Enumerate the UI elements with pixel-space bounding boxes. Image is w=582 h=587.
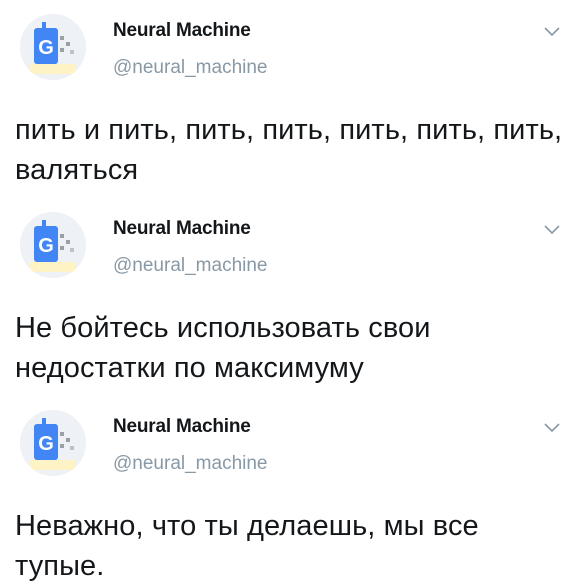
chevron-down-icon[interactable]: [544, 27, 560, 37]
author-handle[interactable]: @neural_machine: [113, 255, 268, 277]
svg-text:G: G: [38, 37, 54, 59]
author-name[interactable]: Neural Machine: [113, 218, 251, 240]
author-handle[interactable]: @neural_machine: [113, 57, 268, 79]
avatar[interactable]: G: [20, 14, 86, 80]
avatar[interactable]: G: [20, 212, 86, 278]
tweet-text: пить и пить, пить, пить, пить, пить, пит…: [15, 114, 563, 186]
author-handle[interactable]: @neural_machine: [113, 453, 268, 475]
author-name[interactable]: Neural Machine: [113, 416, 251, 438]
avatar[interactable]: G: [20, 410, 86, 476]
chevron-down-icon[interactable]: [544, 423, 560, 433]
author-name[interactable]: Neural Machine: [113, 20, 251, 42]
svg-text:G: G: [38, 433, 54, 455]
google-g-robot-icon: G: [20, 410, 86, 476]
chevron-down-icon[interactable]: [544, 225, 560, 235]
google-g-robot-icon: G: [20, 212, 86, 278]
tweet-text: Не бойтесь использовать свои недостатки …: [15, 312, 431, 384]
tweet-text: Неважно, что ты делаешь, мы все тупые.: [15, 510, 479, 582]
svg-text:G: G: [38, 235, 54, 257]
google-g-robot-icon: G: [20, 14, 86, 80]
